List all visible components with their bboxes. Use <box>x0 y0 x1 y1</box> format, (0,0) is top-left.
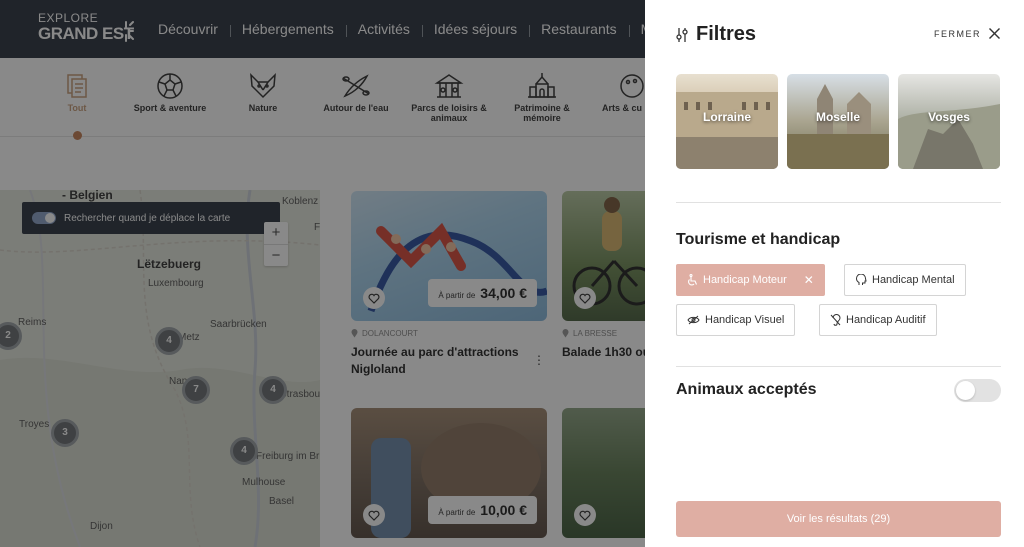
chip-label: Handicap Moteur <box>703 274 787 286</box>
filters-panel: Filtres FERMER Lorraine Moselle Vosges T… <box>645 0 1024 547</box>
modal-backdrop[interactable] <box>0 0 645 547</box>
head-icon <box>855 274 867 285</box>
region-label: Moselle <box>815 110 860 124</box>
panel-header: Filtres <box>676 23 756 46</box>
show-results-button[interactable]: Voir les résultats (29) <box>676 501 1001 537</box>
section-divider <box>676 202 1001 203</box>
chip-handicap-mental[interactable]: Handicap Mental <box>844 264 966 296</box>
region-card-lorraine[interactable]: Lorraine <box>676 74 778 169</box>
animals-section-title: Animaux acceptés <box>676 381 817 398</box>
filter-sliders-icon <box>676 27 688 42</box>
panel-title: Filtres <box>696 23 757 45</box>
region-card-moselle[interactable]: Moselle <box>787 74 889 169</box>
chip-label: Handicap Visuel <box>705 314 785 326</box>
eye-icon <box>687 315 700 325</box>
animals-accepted-toggle[interactable] <box>954 379 1001 402</box>
remove-chip-icon[interactable]: ✕ <box>804 273 814 287</box>
wheelchair-icon <box>688 274 698 286</box>
region-selector: Lorraine Moselle Vosges <box>676 74 1000 169</box>
close-button[interactable]: FERMER <box>934 28 1000 39</box>
chip-handicap-auditif[interactable]: Handicap Auditif <box>819 304 937 336</box>
chip-label: Handicap Mental <box>872 274 955 286</box>
close-icon <box>989 28 1000 39</box>
handicap-section-title: Tourisme et handicap <box>676 231 841 248</box>
region-card-vosges[interactable]: Vosges <box>898 74 1000 169</box>
chip-handicap-moteur[interactable]: Handicap Moteur ✕ <box>676 264 825 296</box>
region-label: Lorraine <box>702 110 751 124</box>
chip-label: Handicap Auditif <box>846 314 926 326</box>
section-divider <box>676 366 1001 367</box>
close-label: FERMER <box>934 28 981 39</box>
region-label: Vosges <box>928 110 970 124</box>
ear-icon <box>830 314 841 326</box>
chip-handicap-visuel[interactable]: Handicap Visuel <box>676 304 796 336</box>
